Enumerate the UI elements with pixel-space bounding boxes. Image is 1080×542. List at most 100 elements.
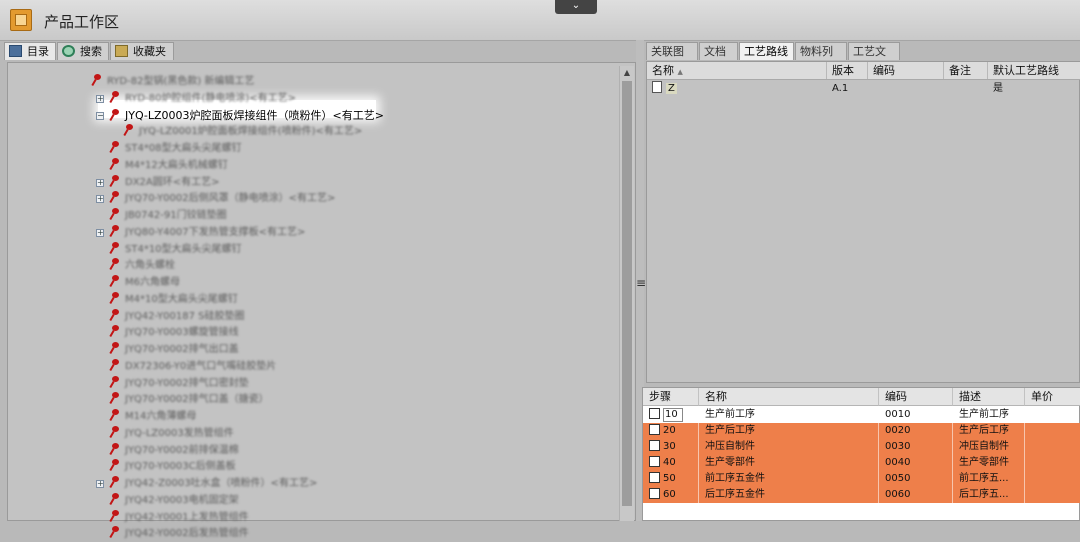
part-pin-icon: [110, 325, 119, 337]
tree-item[interactable]: JYQ80-Y4007下发热管支撑板<有工艺>: [110, 224, 305, 241]
tree-item[interactable]: M6六角螺母: [110, 275, 180, 291]
table-row[interactable]: 60 后工序五金件 0060 后工序五...: [643, 487, 1080, 503]
part-pin-icon: [110, 291, 119, 304]
tree-item[interactable]: M4*10型大扁头尖尾螺钉: [110, 291, 238, 308]
tab-favorites[interactable]: 收藏夹: [110, 42, 174, 60]
tab-directory[interactable]: 目录: [4, 42, 56, 60]
scroll-thumb[interactable]: [622, 81, 632, 506]
tab-search[interactable]: 搜索: [57, 42, 109, 60]
table-row[interactable]: 30 冲压自制件 0030 冲压自制件: [643, 439, 1080, 455]
expand-node-icon[interactable]: +: [96, 178, 104, 187]
tab-related-drawings[interactable]: 关联图纸: [646, 42, 698, 75]
route-grid-header: 名称 ▲ 版本 编码 备注 默认工艺路线: [647, 62, 1080, 80]
part-pin-icon: [110, 375, 119, 388]
tree-item[interactable]: DX72306-Y0进气口气嘴硅胶垫片: [110, 358, 277, 375]
tree-item[interactable]: JYQ-LZ0001炉腔面板焊接组件(喷粉件)<有工艺>: [124, 124, 362, 140]
col-version[interactable]: 版本: [827, 62, 868, 79]
tree-item[interactable]: RYD-82型锅(黑色款) 新编辑工艺: [92, 74, 254, 90]
cell-desc: 冲压自制件: [953, 439, 1025, 455]
tree-item[interactable]: ST4*08型大扁头尖尾螺钉: [110, 141, 242, 157]
tab-process-docs[interactable]: 工艺文档: [848, 42, 900, 75]
cell-step: 40: [643, 455, 699, 471]
tree-item[interactable]: DX2A圆环<有工艺>: [110, 174, 220, 191]
tree-item[interactable]: JYQ-LZ0003发热管组件: [110, 425, 234, 442]
cell-name: 生产前工序: [699, 407, 879, 423]
part-pin-icon: [110, 275, 119, 287]
table-row[interactable]: 50 前工序五金件 0050 前工序五...: [643, 471, 1080, 487]
operation-icon: [649, 408, 660, 419]
tree-vertical-scrollbar[interactable]: ▲: [619, 66, 634, 521]
splitter-grip-icon: ≡: [636, 276, 647, 290]
col-step-desc[interactable]: 描述: [953, 388, 1025, 406]
col-name[interactable]: 名称 ▲: [647, 62, 827, 79]
tree-item[interactable]: ST4*10型大扁头尖尾螺钉: [110, 241, 242, 258]
tree-item[interactable]: M14六角薄螺母: [110, 409, 196, 425]
tree-item[interactable]: JYQ70-Y0002排气口盖（搪瓷）: [110, 392, 269, 408]
cell-unit: [1025, 471, 1080, 487]
tree-item[interactable]: JYQ70-Y0003螺旋管接线: [110, 325, 239, 341]
table-row[interactable]: 10 生产前工序 0010 生产前工序: [643, 407, 1080, 423]
tree-item[interactable]: 六角头螺栓: [110, 258, 175, 274]
cell-unit: [1025, 487, 1080, 503]
col-step-unit-price[interactable]: 单价: [1025, 388, 1080, 406]
col-step[interactable]: 步骤: [643, 388, 699, 406]
tree-item-label: RYD-82型锅(黑色款) 新编辑工艺: [107, 76, 255, 87]
part-pin-icon: [110, 442, 119, 455]
cell-name: 前工序五金件: [699, 471, 879, 487]
tree-item-label: DX72306-Y0进气口气嘴硅胶垫片: [125, 360, 277, 372]
expand-node-icon[interactable]: +: [96, 480, 104, 488]
cell-desc: 生产零部件: [953, 455, 1025, 471]
tree-item-label: RYD-80炉腔组件(静电喷涂)<有工艺>: [125, 92, 297, 104]
tree-item-label: JYQ70-Y0002排气口盖（搪瓷）: [125, 394, 269, 406]
tree-item-label: M4*10型大扁头尖尾螺钉: [125, 293, 238, 305]
tree-item-label: 六角头螺栓: [125, 260, 175, 272]
expand-node-icon[interactable]: +: [96, 228, 104, 237]
col-default-route[interactable]: 默认工艺路线: [988, 62, 1080, 79]
tree-item[interactable]: M4*12大扁头机械螺钉: [110, 157, 228, 174]
tree-item[interactable]: JYQ70-Y0002前排保温棉: [110, 442, 239, 459]
tree-item[interactable]: JYQ70-Y0002排气出口盖: [110, 342, 239, 358]
tree-item[interactable]: JYQ70-Y0003C后侧盖板: [110, 459, 236, 475]
tree-item[interactable]: JYQ-LZ0003炉腔面板焊接组件（喷粉件）<有工艺>: [110, 108, 384, 124]
cell-step: 10: [643, 407, 699, 423]
cell-name: 生产零部件: [699, 455, 879, 471]
tree-item[interactable]: JYQ70-Y0002后侧风罩（静电喷涂）<有工艺>: [110, 191, 335, 207]
tree-item[interactable]: RYD-80炉腔组件(静电喷涂)<有工艺>: [110, 90, 297, 107]
tree-item[interactable]: JYQ42-Z0003吐水盒（喷粉件）<有工艺>: [110, 476, 317, 492]
col-remark[interactable]: 备注: [944, 62, 988, 79]
collapse-toggle-button[interactable]: ⌄: [555, 0, 597, 14]
tree-item-label: JYQ42-Z0003吐水盒（喷粉件）<有工艺>: [125, 478, 318, 489]
cell-code: 0010: [879, 407, 953, 423]
tree-item[interactable]: JYQ42-Y0001上发热管组件: [110, 509, 249, 526]
part-pin-icon: [110, 492, 119, 505]
scroll-up-icon[interactable]: ▲: [620, 66, 634, 80]
tab-process-route[interactable]: 工艺路线: [739, 42, 794, 60]
col-code[interactable]: 编码: [868, 62, 944, 79]
col-step-name[interactable]: 名称: [699, 388, 879, 406]
tree-item[interactable]: JB0742-91门铰链垫圈: [110, 208, 227, 224]
tab-documents[interactable]: 文档: [699, 42, 738, 60]
expand-node-icon[interactable]: +: [96, 195, 104, 204]
cell-unit: [1025, 439, 1080, 455]
expand-node-icon[interactable]: +: [96, 94, 104, 103]
table-row[interactable]: 20 生产后工序 0020 生产后工序: [643, 423, 1080, 439]
cell-desc: 生产后工序: [953, 423, 1025, 439]
part-pin-icon: [110, 224, 119, 237]
part-pin-icon: [92, 74, 101, 86]
table-row[interactable]: 40 生产零部件 0040 生产零部件: [643, 455, 1080, 471]
operation-icon: [649, 440, 660, 451]
cell-step: 60: [643, 487, 699, 503]
part-pin-icon: [110, 476, 119, 488]
col-step-code[interactable]: 编码: [879, 388, 953, 406]
tree-item[interactable]: JYQ70-Y0002排气口密封垫: [110, 375, 249, 392]
sort-asc-icon: ▲: [677, 68, 683, 76]
table-row[interactable]: Z A.1 是: [647, 81, 1080, 97]
title-bar: 产品工作区 ⌄: [0, 0, 1080, 41]
collapse-node-icon[interactable]: −: [96, 111, 104, 120]
tree-item-label: M14六角薄螺母: [125, 411, 197, 422]
tree-item[interactable]: JYQ42-Y00187 S硅胶垫圈: [110, 308, 245, 325]
tab-material-list[interactable]: 物料列表: [795, 42, 847, 75]
tree-item[interactable]: JYQ42-Y0003电机固定架: [110, 492, 239, 509]
tree-item[interactable]: JYQ42-Y0002后发热管组件: [110, 526, 249, 542]
tree-item-label: DX2A圆环<有工艺>: [125, 176, 220, 188]
